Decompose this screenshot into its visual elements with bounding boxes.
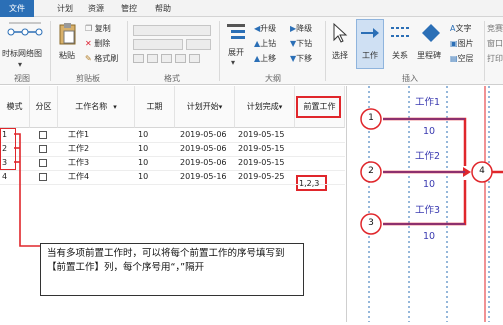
work-label: 工作1 (415, 97, 441, 108)
relation-icon[interactable] (389, 22, 411, 44)
align-button[interactable] (175, 54, 186, 63)
delete-button[interactable]: ✕ 删除 (85, 38, 110, 49)
milestone-icon[interactable] (420, 22, 442, 44)
window-button[interactable]: 窗口 (487, 38, 503, 49)
tab-resource[interactable]: 资源 (85, 0, 107, 17)
drill-down-button[interactable]: ▼下钻 (290, 38, 312, 49)
move-up2-button[interactable]: ▲上移 (254, 53, 276, 64)
divider (50, 21, 51, 81)
tab-plan[interactable]: 计划 (55, 0, 75, 17)
delete-icon: ✕ (85, 39, 92, 48)
expand-icon[interactable] (225, 21, 247, 43)
divider (484, 21, 485, 81)
work-label: 工作3 (415, 205, 441, 216)
node-label: 4 (479, 166, 485, 176)
tab-control[interactable]: 管控 (118, 0, 140, 17)
move-down-button[interactable]: ▼下移 (290, 53, 312, 64)
image-button[interactable]: ▣图片 (450, 38, 474, 49)
work-icon[interactable] (359, 22, 381, 44)
highlight-row-numbers (0, 128, 16, 170)
group-label-clipboard: 剪贴板 (76, 74, 100, 83)
callout-box: 当有多项前置工作时，可以将每个前置工作的序号填写到【前置工作】列，每个序号用“，… (40, 243, 304, 296)
menu-bar: 文件 计划 资源 管控 帮助 (0, 0, 503, 17)
compete-button[interactable]: 竞赛 (487, 23, 503, 34)
select-button[interactable]: 选择 (332, 50, 348, 61)
print-button[interactable]: 打印 (487, 53, 503, 64)
group-label-view: 视图 (14, 74, 30, 83)
text-button[interactable]: A文字 (450, 23, 471, 34)
format-brush-button[interactable]: ✎ 格式刷 (85, 53, 118, 64)
copy-button[interactable]: ❐ 复制 (85, 23, 111, 34)
paste-button[interactable]: 粘贴 (59, 50, 75, 61)
work-label: 工作2 (415, 151, 441, 162)
node-label: 2 (368, 166, 374, 176)
image-icon: ▣ (450, 39, 458, 48)
select-icon[interactable] (330, 22, 350, 44)
expand-button[interactable]: 展开 (228, 47, 244, 58)
group-label-format: 格式 (164, 74, 180, 83)
duration-label: 10 (423, 126, 436, 137)
node-label: 1 (368, 113, 374, 123)
node-label: 3 (368, 218, 374, 228)
duration-label: 10 (423, 179, 436, 190)
tab-help[interactable]: 帮助 (152, 0, 174, 17)
ribbon: 时标网络图 ▾ 视图 粘贴 ❐ 复制 ✕ 删除 ✎ 格式刷 剪贴板 格式 展开 … (0, 17, 503, 85)
network-diagram-icon (7, 22, 43, 36)
timescale-label[interactable]: 时标网络图 (2, 48, 42, 59)
brush-icon: ✎ (85, 54, 92, 63)
bold-button[interactable] (133, 54, 144, 63)
chevron-down-icon[interactable]: ▾ (231, 58, 235, 67)
color-button[interactable] (189, 54, 200, 63)
move-up-button[interactable]: ▲上钻 (254, 38, 276, 49)
upgrade-button[interactable]: ◀升级 (254, 23, 276, 34)
italic-button[interactable] (147, 54, 158, 63)
network-diagram: 1 2 3 4 工作1 10 工作2 10 工作3 10 (346, 86, 503, 322)
size-combo[interactable] (133, 39, 183, 50)
paste-icon[interactable] (58, 22, 78, 46)
divider (325, 21, 326, 81)
divider (127, 21, 128, 81)
relation-button[interactable]: 关系 (392, 50, 408, 61)
chevron-down-icon[interactable]: ▾ (18, 60, 22, 69)
size-combo-2[interactable] (186, 39, 211, 50)
tab-file[interactable]: 文件 (0, 0, 34, 17)
work-button[interactable]: 工作 (362, 50, 378, 61)
timescale-network-button[interactable] (6, 21, 44, 43)
blank-layer-button[interactable]: ▤空层 (450, 53, 474, 64)
group-label-outline: 大纲 (265, 74, 281, 83)
duration-label: 10 (423, 231, 436, 242)
font-combo[interactable] (133, 25, 211, 36)
milestone-button[interactable]: 里程碑 (417, 50, 441, 61)
divider (219, 21, 220, 81)
downgrade-button[interactable]: ▶降级 (290, 23, 312, 34)
group-label-insert: 插入 (402, 74, 418, 83)
layer-icon: ▤ (450, 54, 458, 63)
copy-icon: ❐ (85, 24, 93, 33)
underline-button[interactable] (161, 54, 172, 63)
